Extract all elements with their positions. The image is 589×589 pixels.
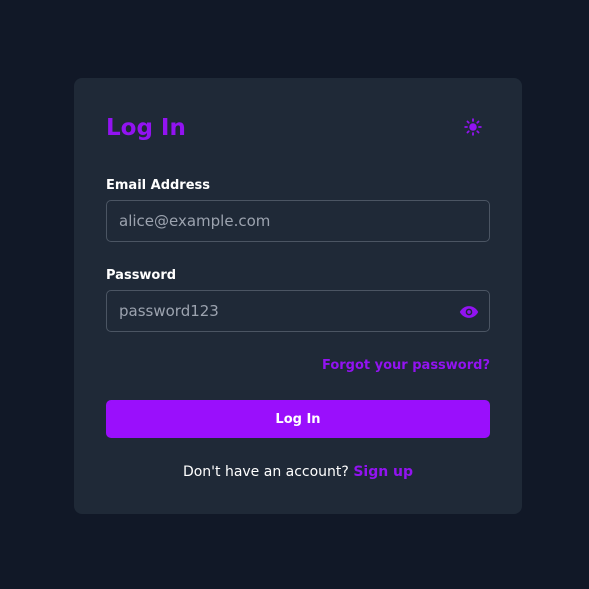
signup-prompt: Don't have an account? Sign up xyxy=(74,464,522,480)
password-field[interactable] xyxy=(107,291,489,331)
forgot-password-link[interactable]: Forgot your password? xyxy=(322,358,490,374)
login-button[interactable]: Log In xyxy=(106,400,490,438)
page-title: Log In xyxy=(106,115,186,141)
signup-prompt-text: Don't have an account? xyxy=(182,464,349,480)
login-card: Log In Email Address Password xyxy=(74,78,522,514)
theme-toggle-button[interactable] xyxy=(463,117,483,137)
signup-link[interactable]: Sign up xyxy=(353,464,413,480)
toggle-password-visibility-button[interactable] xyxy=(459,302,479,322)
eye-icon xyxy=(459,306,479,318)
password-label: Password xyxy=(106,268,177,283)
email-label: Email Address xyxy=(106,178,211,193)
email-field[interactable] xyxy=(107,201,489,241)
password-field-wrapper xyxy=(106,290,490,332)
sun-icon xyxy=(464,118,482,136)
card-header: Log In xyxy=(106,78,490,178)
email-field-wrapper xyxy=(106,200,490,242)
